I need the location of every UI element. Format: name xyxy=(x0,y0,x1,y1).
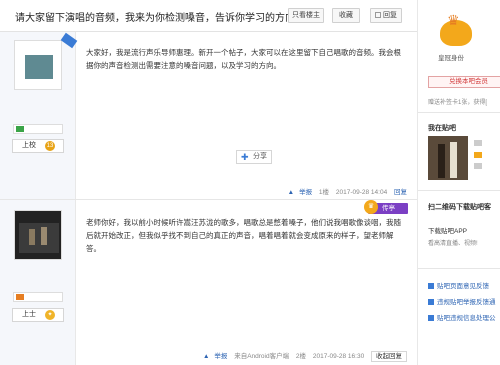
thread-header: 请大家留下演唱的音频，我来为你检测嗓音，告诉你学习的方向 只看楼主 收藏 回复 xyxy=(0,0,417,32)
level-badge[interactable]: 上校 13 xyxy=(12,139,64,153)
avatar[interactable] xyxy=(14,40,62,90)
post-content: 大家好，我是流行声乐导师惠理。新开一个帖子，大家可以在这里留下自己唱歌的音频。我… xyxy=(86,48,401,70)
thread-main: 请大家留下演唱的音频，我来为你检测嗓音，告诉你学习的方向 只看楼主 收藏 回复 … xyxy=(0,0,417,365)
avatar-figure xyxy=(41,227,47,245)
user-level-icon xyxy=(474,152,482,158)
photo-figure xyxy=(438,144,445,178)
thread-title: 请大家留下演唱的音频，我来为你检测嗓音，告诉你学习的方向 xyxy=(15,13,295,24)
avatar-image xyxy=(25,55,53,79)
post-time: 2017-09-28 16:30 xyxy=(312,353,365,360)
divider xyxy=(418,190,500,191)
report-link-label: 违规贴吧举报反馈通 xyxy=(437,299,496,306)
collect-button[interactable]: 收藏 xyxy=(332,8,360,23)
crown-glyph: ♛ xyxy=(447,12,460,28)
notice-icon xyxy=(428,315,434,321)
floor-tag-label: 传亭 xyxy=(382,205,395,212)
mybar-title: 我在贴吧 xyxy=(428,125,456,132)
author-column: 上校 13 xyxy=(0,32,78,199)
post-meta: ▲ 举报 1楼 2017-09-28 14:04 回复 xyxy=(283,186,407,196)
download-sub: 看高清直播、视频! xyxy=(428,241,478,247)
crown-icon: ♛ xyxy=(364,200,378,214)
floor-number: 2楼 xyxy=(295,353,307,360)
signin-tip: 赠送补签卡1张，获得[ xyxy=(428,100,488,106)
member-label: 皇冠身份 xyxy=(438,55,464,62)
reply-button-label: 回复 xyxy=(383,12,397,19)
post-content: 老师你好，我以前小时候听许嵩汪苏泷的歌多，唱歌总是憋着嗓子，他们说我唱歌像谈咽，… xyxy=(86,218,401,253)
user-info-icon xyxy=(474,140,482,146)
feedback-link[interactable]: 贴吧页面意见反馈 xyxy=(428,280,489,290)
reply-link[interactable]: 回复 xyxy=(394,189,407,196)
report-link[interactable]: ▲ 举报 xyxy=(288,189,312,196)
level-badge[interactable]: 上士 ✦ xyxy=(12,308,64,322)
open-membership-button[interactable]: 兑换本吧会员 xyxy=(428,76,500,88)
report-link[interactable]: 违规贴吧举报反馈通 xyxy=(428,296,496,306)
badge-row xyxy=(13,124,63,134)
avatar-figure xyxy=(29,229,35,245)
avatar[interactable] xyxy=(14,210,62,260)
report-label: 举报 xyxy=(299,189,313,196)
download-label[interactable]: 下载贴吧APP xyxy=(428,225,467,235)
member-badge-icon xyxy=(16,294,24,300)
badge-row xyxy=(13,292,63,302)
post-meta: ▲ 举报 来自Android客户端 2楼 2017-09-28 16:30 收起回… xyxy=(198,350,407,362)
feedback-icon xyxy=(428,283,434,289)
level-label: 上校 xyxy=(22,142,36,149)
reply-button[interactable]: 回复 xyxy=(370,8,402,23)
author-column: 上士 ✦ xyxy=(0,200,76,365)
report-label: 举报 xyxy=(214,353,228,360)
sidebar: ♛ 皇冠身份 兑换本吧会员 赠送补签卡1张，获得[ 我在贴吧 扫二维码下载贴吧客… xyxy=(417,0,500,365)
post-time: 2017-09-28 14:04 xyxy=(335,189,388,196)
level-icon: ✦ xyxy=(45,310,55,320)
corner-badge-icon xyxy=(60,32,78,49)
floor-tag: ♛ 传亭 xyxy=(364,200,408,214)
only-author-button[interactable]: 只看楼主 xyxy=(288,8,324,23)
photo-figure xyxy=(450,142,457,178)
user-stat-icon xyxy=(474,163,482,169)
divider xyxy=(418,268,500,269)
notice-link[interactable]: 贴吧违规信息处理公 xyxy=(428,312,496,322)
avatar-image xyxy=(19,223,59,253)
level-label: 上士 xyxy=(22,311,36,318)
share-button[interactable]: ✚ 分享 xyxy=(236,150,272,164)
post-source: 来自Android客户端 xyxy=(234,353,290,360)
feedback-link-label: 贴吧页面意见反馈 xyxy=(437,283,489,290)
post-floor-2: 上士 ✦ ♛ 传亭 老师你好，我以前小时候听许嵩汪苏泷的歌多，唱歌总是憋着嗓子，… xyxy=(0,200,417,365)
user-photo[interactable] xyxy=(428,136,468,180)
notice-link-label: 贴吧违规信息处理公 xyxy=(437,315,496,322)
report-link[interactable]: ▲ 举报 xyxy=(203,353,227,360)
post-floor-1: 上校 13 大家好，我是流行声乐导师惠理。新开一个帖子，大家可以在这里留下自己唱… xyxy=(0,32,417,200)
report-icon xyxy=(428,299,434,305)
share-label: 分享 xyxy=(253,153,267,160)
member-badge-icon xyxy=(16,126,24,132)
divider xyxy=(418,112,500,113)
collapse-replies-button[interactable]: 收起回复 xyxy=(371,351,407,362)
floor-number: 1楼 xyxy=(318,189,330,196)
qr-title: 扫二维码下载贴吧客 xyxy=(428,204,491,211)
reply-icon xyxy=(375,12,381,18)
plus-icon: ✚ xyxy=(241,152,249,162)
level-icon: 13 xyxy=(45,141,55,151)
crown-member-icon: ♛ xyxy=(440,13,472,46)
